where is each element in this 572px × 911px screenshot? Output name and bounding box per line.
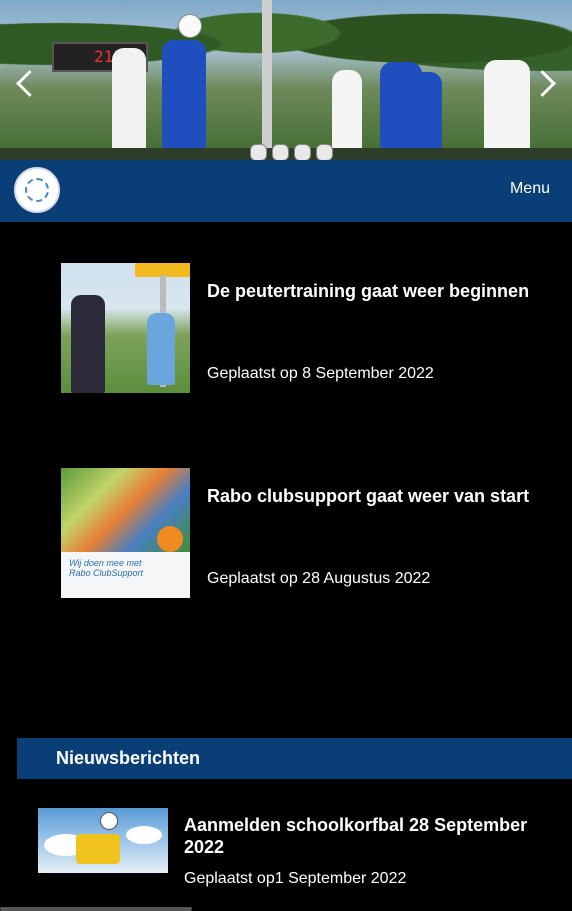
- slider-dot-4[interactable]: [316, 144, 333, 160]
- hero-slider: 215: [0, 0, 572, 160]
- news-title[interactable]: Aanmelden schoolkorfbal 28 September 202…: [184, 814, 568, 858]
- ball-icon: [100, 812, 118, 830]
- post-title[interactable]: De peutertraining gaat weer beginnen: [207, 281, 529, 302]
- post-title[interactable]: Rabo clubsupport gaat weer van start: [207, 486, 529, 507]
- menu-button[interactable]: Menu: [510, 180, 550, 198]
- player: [484, 60, 530, 160]
- thumbnail-text-line-1: Wij doen mee met: [69, 558, 142, 568]
- post-date: Geplaatst op 28 Augustus 2022: [207, 570, 431, 587]
- trainer-figure: [71, 295, 105, 393]
- post-thumbnail[interactable]: [61, 263, 190, 393]
- news-section-title: Nieuwsberichten: [56, 748, 201, 768]
- korfbal-pole: [262, 0, 272, 160]
- news-thumbnail[interactable]: [38, 808, 168, 873]
- child-figure: [147, 313, 175, 385]
- featured-post[interactable]: De peutertraining gaat weer beginnen Gep…: [61, 263, 571, 393]
- news-section-header: Nieuwsberichten: [17, 738, 572, 779]
- cloud-shape: [126, 826, 162, 844]
- slider-dot-2[interactable]: [272, 144, 289, 160]
- navbar: Menu: [0, 160, 572, 222]
- post-thumbnail[interactable]: Wij doen mee met Rabo ClubSupport: [61, 468, 190, 598]
- player: [112, 48, 146, 160]
- slider-pagination: [250, 144, 333, 160]
- club-logo[interactable]: [14, 167, 60, 213]
- slider-dot-3[interactable]: [294, 144, 311, 160]
- thumbnail-text-line-2: Rabo ClubSupport: [69, 568, 144, 578]
- player: [412, 72, 442, 160]
- post-date: Geplaatst op 8 September 2022: [207, 365, 434, 382]
- player: [332, 70, 362, 160]
- korf-basket-icon: [76, 834, 120, 864]
- horizontal-scrollbar[interactable]: [0, 907, 192, 911]
- player: [162, 40, 206, 160]
- news-date: Geplaatst op1 September 2022: [184, 870, 407, 887]
- promo-badge: [157, 526, 183, 552]
- slider-dot-1[interactable]: [250, 144, 267, 160]
- featured-post[interactable]: Wij doen mee met Rabo ClubSupport Rabo c…: [61, 468, 571, 598]
- ball-icon: [178, 14, 202, 38]
